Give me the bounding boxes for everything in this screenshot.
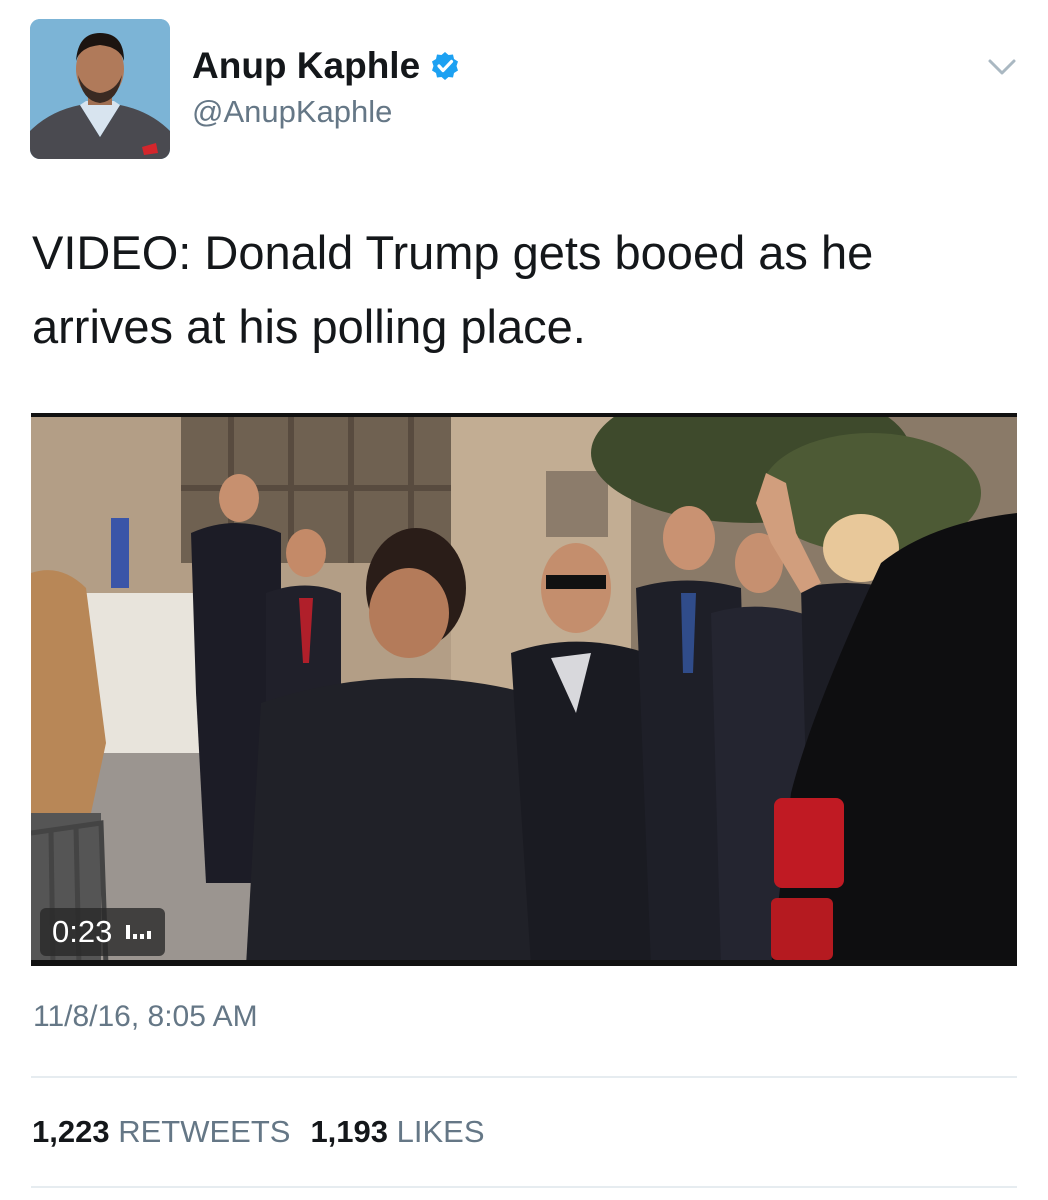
tweet-author[interactable]: Anup Kaphle @AnupKaphle (192, 44, 460, 132)
video-duration: 0:23 (52, 914, 113, 949)
tweet-text: VIDEO: Donald Trump gets booed as he arr… (32, 226, 874, 353)
chevron-down-icon[interactable] (984, 52, 1020, 82)
retweets-stat[interactable]: 1,223 RETWEETS (32, 1114, 290, 1150)
likes-label: LIKES (396, 1114, 485, 1149)
video-duration-badge: 0:23 (40, 908, 166, 956)
likes-count: 1,193 (310, 1114, 389, 1149)
retweets-count: 1,223 (32, 1114, 110, 1149)
divider (31, 1186, 1017, 1188)
tweet-timestamp[interactable]: 11/8/16, 8:05 AM (33, 1000, 258, 1034)
divider (31, 1076, 1017, 1078)
sound-bars-icon (126, 925, 152, 939)
avatar[interactable] (30, 19, 170, 159)
likes-stat[interactable]: 1,193 LIKES (310, 1114, 484, 1150)
author-name[interactable]: Anup Kaphle (192, 44, 420, 88)
verified-badge-icon (430, 51, 460, 81)
author-handle[interactable]: @AnupKaphle (192, 92, 460, 132)
video-player[interactable] (31, 413, 1017, 966)
retweets-label: RETWEETS (118, 1114, 291, 1149)
tweet-stats: 1,223 RETWEETS 1,193 LIKES (32, 1114, 485, 1150)
